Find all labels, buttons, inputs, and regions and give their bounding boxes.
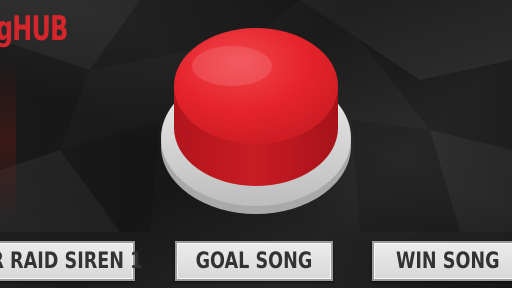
soundboard-screen: gHUB IR RAID SIREN 1 GOAL SONG WIN SONG (0, 0, 512, 288)
left-edge-shadow (0, 60, 16, 220)
sound-button-air-raid-siren[interactable]: IR RAID SIREN 1 (0, 241, 143, 281)
sound-button-win-song[interactable]: WIN SONG (372, 241, 512, 281)
app-logo: gHUB (0, 9, 68, 49)
sound-button-label: IR RAID SIREN 1 (0, 248, 143, 274)
sound-button-label: WIN SONG (396, 248, 500, 274)
sound-button-goal-song[interactable]: GOAL SONG (175, 241, 333, 281)
big-red-button-icon (161, 28, 351, 214)
big-red-button[interactable] (160, 24, 352, 216)
sound-button-label: GOAL SONG (195, 248, 313, 274)
